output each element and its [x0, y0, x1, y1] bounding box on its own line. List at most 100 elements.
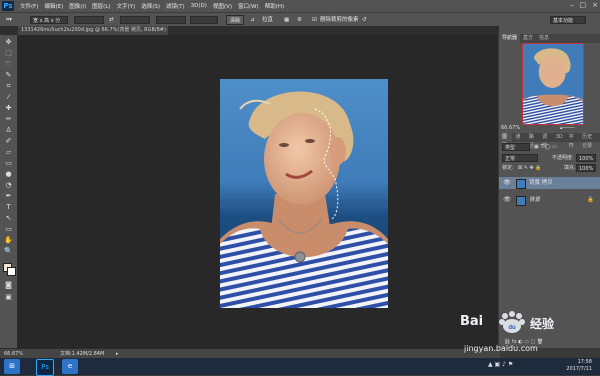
svg-text:du: du — [508, 325, 516, 331]
brush-tool-icon[interactable]: ✏ — [3, 115, 14, 124]
eraser-tool-icon[interactable]: ▱ — [3, 148, 14, 157]
settings-gear-icon[interactable]: ⚙ — [297, 16, 302, 24]
browser-taskbar-icon[interactable]: e — [62, 359, 78, 374]
blend-mode-select[interactable]: 正常 — [502, 154, 538, 162]
delete-pixels-checkbox[interactable]: ☑ — [312, 16, 317, 24]
tray-icons[interactable]: ▲ ▣ ♪ ⚑ — [488, 361, 513, 368]
layer-thumbnail — [516, 179, 526, 189]
watermark-jingyan: 经验 — [530, 317, 555, 331]
menu-3d[interactable]: 3D(D) — [191, 3, 207, 9]
tab-character[interactable]: 字符 — [566, 133, 579, 149]
tab-channels[interactable]: 通道 — [512, 133, 525, 149]
menu-filter[interactable]: 滤镜(T) — [166, 2, 185, 10]
menu-window[interactable]: 窗口(W) — [238, 2, 259, 10]
lock-label: 锁定: — [502, 165, 514, 171]
baidu-jingyan-watermark: du Bai 经验 jingyan.baidu.com — [456, 310, 586, 360]
marquee-tool-icon[interactable]: ⬚ — [3, 49, 14, 58]
swap-icon[interactable]: ⇄ — [109, 16, 114, 24]
height-field[interactable] — [120, 16, 150, 24]
screen-mode-icon[interactable]: ▣ — [3, 293, 14, 302]
opacity-field[interactable]: 100% — [576, 154, 596, 162]
tab-layers[interactable]: 图层 — [499, 133, 513, 149]
layer-name[interactable]: 背景 拷贝 — [529, 177, 553, 189]
quick-select-tool-icon[interactable]: ✎ — [3, 71, 14, 80]
delete-pixels-label: 删除裁剪的像素 — [320, 17, 359, 23]
width-field[interactable] — [74, 16, 104, 24]
lasso-tool-icon[interactable]: ➰ — [3, 60, 14, 69]
type-tool-icon[interactable]: T — [3, 203, 14, 212]
tab-paths[interactable]: 路径 — [526, 133, 539, 149]
gradient-tool-icon[interactable]: ▭ — [3, 159, 14, 168]
minimize-icon[interactable]: – — [570, 1, 574, 9]
close-icon[interactable]: × — [592, 1, 598, 9]
healing-tool-icon[interactable]: ✚ — [3, 104, 14, 113]
maximize-icon[interactable]: □ — [580, 1, 587, 9]
layer-kind-filter[interactable]: 类型 — [502, 143, 530, 151]
workspace-select[interactable]: 基本功能 — [550, 16, 586, 24]
crop-ratio-select[interactable]: 宽 x 高 x 分 — [30, 16, 68, 24]
tab-history[interactable]: 历史记录 — [579, 133, 600, 149]
resolution-unit-select[interactable] — [190, 16, 218, 24]
visibility-eye-icon[interactable]: 👁 — [502, 194, 512, 206]
lock-icons[interactable]: ⊠ ✎ ✥ 🔒 — [518, 164, 542, 172]
menu-type[interactable]: 文字(Y) — [117, 2, 136, 10]
navigator-tabs: 导航器 直方 信息 — [499, 34, 600, 43]
eyedropper-tool-icon[interactable]: ⁄ — [3, 93, 14, 102]
layer-row[interactable]: 👁 背景 拷贝 — [499, 177, 600, 189]
hand-tool-icon[interactable]: ✋ — [3, 236, 14, 245]
tab-adjustments[interactable]: 调整 — [539, 133, 552, 149]
zoom-tool-icon[interactable]: 🔍 — [3, 247, 14, 256]
watermark-bai: Bai — [460, 314, 484, 329]
nav-zoom[interactable]: 66.67% — [501, 124, 520, 132]
document-canvas-image[interactable] — [220, 79, 388, 308]
clock-time: 17:58 — [577, 359, 592, 365]
menu-image[interactable]: 图像(I) — [69, 2, 86, 10]
clear-button[interactable]: 清除 — [226, 15, 244, 25]
pen-tool-icon[interactable]: ✒ — [3, 192, 14, 201]
crop-tool-icon-side[interactable]: ⌗ — [3, 82, 14, 91]
stamp-tool-icon[interactable]: ♙ — [3, 126, 14, 135]
watermark-url: jingyan.baidu.com — [464, 344, 538, 353]
background-color-swatch[interactable] — [7, 267, 16, 276]
menu-view[interactable]: 视图(V) — [213, 2, 232, 10]
straighten-icon[interactable]: ⊿ — [250, 16, 255, 24]
menu-select[interactable]: 选择(S) — [141, 2, 160, 10]
menu-edit[interactable]: 编辑(E) — [44, 2, 63, 10]
navigator-preview[interactable] — [522, 43, 584, 125]
lock-icon: 🔒 — [587, 197, 594, 203]
filter-icons[interactable]: ▣ T ◯ ▭ — [534, 143, 557, 151]
document-tab[interactable]: 1331426mu5uch2iu200d.jpg @ 66.7%(背景 拷贝, … — [18, 26, 168, 35]
crop-tool-icon[interactable]: ⌗▾ — [6, 16, 12, 24]
menu-help[interactable]: 帮助(H) — [265, 2, 284, 10]
straighten-label[interactable]: 拉直 — [262, 16, 273, 24]
quick-mask-icon[interactable]: ◙ — [3, 281, 14, 290]
taskbar: ⊞ Ps e ▲ ▣ ♪ ⚑ 17:58 2017/7/11 — [0, 358, 600, 376]
start-icon[interactable]: ⊞ — [4, 359, 20, 374]
opacity-label: 不透明度: — [552, 155, 574, 161]
clock-date: 2017/7/11 — [566, 366, 592, 372]
shape-tool-icon[interactable]: ▭ — [3, 225, 14, 234]
history-brush-icon[interactable]: ✐ — [3, 137, 14, 146]
overlay-grid-icon[interactable]: ▦ — [284, 16, 289, 24]
menu-file[interactable]: 文件(F) — [20, 2, 38, 10]
system-clock[interactable]: 17:58 2017/7/11 — [566, 359, 592, 373]
menu-layer[interactable]: 图层(L) — [92, 2, 110, 10]
tab-info[interactable]: 信息 — [536, 34, 552, 43]
reset-icon[interactable]: ↺ — [362, 16, 367, 24]
tools-panel: ✥ ⬚ ➰ ✎ ⌗ ⁄ ✚ ✏ ♙ ✐ ▱ ▭ ● ◔ ✒ T ↖ ▭ ✋ 🔍 … — [0, 35, 18, 348]
photoshop-taskbar-icon[interactable]: Ps — [36, 359, 54, 376]
dodge-tool-icon[interactable]: ◔ — [3, 181, 14, 190]
tab-histogram[interactable]: 直方 — [520, 34, 536, 43]
resolution-field[interactable] — [156, 16, 186, 24]
layers-tabs: 图层 通道 路径 调整 3D 字符 历史记录 — [499, 133, 600, 149]
fill-field[interactable]: 100% — [576, 164, 596, 172]
path-select-tool-icon[interactable]: ↖ — [3, 214, 14, 223]
blur-tool-icon[interactable]: ● — [3, 170, 14, 179]
visibility-eye-icon[interactable]: 👁 — [502, 177, 512, 189]
tab-3d[interactable]: 3D — [553, 133, 566, 142]
layer-row[interactable]: 👁 背景 🔒 — [499, 194, 600, 206]
tab-navigator[interactable]: 导航器 — [499, 34, 521, 43]
layer-name[interactable]: 背景 — [529, 194, 540, 206]
move-tool-icon[interactable]: ✥ — [3, 38, 14, 47]
nav-zoom-slider[interactable]: ▴──── — [560, 124, 575, 132]
